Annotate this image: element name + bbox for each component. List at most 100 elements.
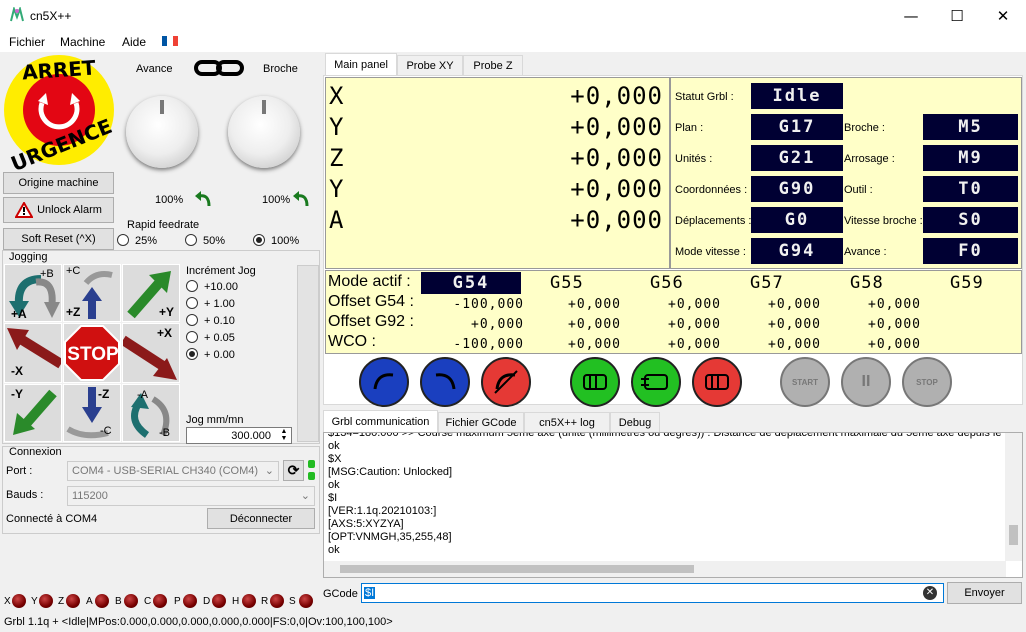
start-label: START [791, 377, 819, 387]
gcode-input[interactable]: $I ✕ [361, 583, 944, 603]
jog-minus-x-button[interactable]: -X [4, 323, 64, 383]
coolant-flood-button[interactable] [570, 357, 620, 407]
grbl-log[interactable]: $134=180.000 >> Course maximum 5ème axe … [323, 432, 1023, 578]
coolant-mist-button[interactable] [631, 357, 681, 407]
dro-value-a[interactable]: +0,000 [570, 206, 663, 234]
jog-plus-z-label: +Z [66, 305, 81, 319]
unlock-alarm-label: Unlock Alarm [37, 204, 102, 216]
soft-reset-button[interactable]: Soft Reset (^X) [3, 228, 114, 250]
coord-g58[interactable]: G58 [850, 273, 884, 293]
menu-machine[interactable]: Machine [60, 35, 105, 49]
gcode-label: GCode : [323, 588, 364, 600]
coord-g57[interactable]: G57 [750, 273, 784, 293]
coord-g54[interactable]: G54 [421, 272, 521, 294]
bauds-select[interactable]: 115200 ⌄ [67, 486, 315, 506]
link-chain-icon[interactable] [194, 58, 244, 78]
minimize-button[interactable]: — [888, 0, 934, 31]
mode-vitesse-label: Mode vitesse : [675, 246, 746, 258]
rapid-25-radio[interactable] [117, 234, 129, 246]
close-button[interactable]: ✕ [980, 0, 1026, 31]
unlock-alarm-button[interactable]: Unlock Alarm [3, 197, 114, 223]
send-button[interactable]: Envoyer [947, 582, 1022, 604]
emergency-stop-button[interactable]: ARRET URGENCE [2, 53, 116, 176]
maximize-button[interactable]: ☐ [934, 0, 980, 31]
tab-probe-xy[interactable]: Probe XY [397, 55, 463, 75]
menu-fichier[interactable]: Fichier [9, 35, 45, 49]
spindle-stop-button[interactable] [481, 357, 531, 407]
increment-0-10-radio[interactable] [186, 314, 198, 326]
tab-cn5x-log[interactable]: cn5X++ log [524, 412, 610, 432]
rapid-25-label: 25% [135, 235, 158, 247]
jog-plus-b-button[interactable]: +B [32, 264, 62, 322]
broche-reset-icon[interactable] [291, 190, 311, 208]
jog-minus-y-button[interactable]: -Y [4, 384, 62, 442]
spindle-cw-button[interactable] [359, 357, 409, 407]
jog-stop-button[interactable]: STOP [63, 323, 121, 383]
dro-value-y[interactable]: +0,000 [570, 113, 663, 141]
avance-reset-icon[interactable] [193, 190, 213, 208]
unites-value: G21 [751, 145, 843, 171]
jog-plus-z-button[interactable]: +C +Z [63, 264, 121, 322]
jog-speed-slider[interactable] [297, 265, 319, 442]
dro-value-x[interactable]: +0,000 [570, 82, 663, 110]
coord-g56[interactable]: G56 [650, 273, 684, 293]
spin-arrows-icon[interactable]: ▲ ▼ [279, 428, 289, 442]
led-label-r: R [261, 596, 269, 607]
connection-status: Connecté à COM4 [6, 513, 98, 525]
vertical-scrollbar[interactable] [1005, 433, 1022, 561]
jog-minus-z-button[interactable]: -Z -C [63, 384, 121, 442]
coolant-off-button[interactable] [692, 357, 742, 407]
led-label-s: S [289, 596, 296, 607]
wco-panel: Mode actif : G54 G55 G56 G57 G58 G59 Off… [325, 270, 1022, 354]
disconnect-button[interactable]: Déconnecter [207, 508, 315, 529]
tab-fichier-gcode[interactable]: Fichier GCode [438, 412, 524, 432]
jog-plus-a-label: +A [11, 307, 27, 321]
vertical-scroll-thumb[interactable] [1009, 525, 1018, 545]
led-label-b: B [115, 596, 122, 607]
jog-minus-a-button[interactable]: -A -B [122, 384, 180, 442]
coord-g55[interactable]: G55 [550, 273, 584, 293]
language-flag-icon[interactable] [162, 36, 178, 46]
menu-aide[interactable]: Aide [122, 35, 146, 49]
arrosage-value: M9 [923, 145, 1018, 171]
broche-status-value: M5 [923, 114, 1018, 140]
jog-plus-x-button[interactable]: +X [120, 323, 180, 383]
log-line: ok [328, 440, 340, 452]
wco-v1: -100,000 [453, 337, 524, 352]
tab-grbl-communication[interactable]: Grbl communication [323, 410, 438, 432]
dro-value-z[interactable]: +0,000 [570, 144, 663, 172]
jog-plus-y-button[interactable]: +Y [122, 264, 180, 322]
horizontal-scroll-thumb[interactable] [340, 565, 694, 573]
tab-main-panel[interactable]: Main panel [325, 53, 397, 75]
refresh-ports-icon[interactable]: ⟳ [283, 460, 304, 481]
coolant-off-icon [705, 374, 729, 390]
dro-value-4[interactable]: +0,000 [570, 175, 663, 203]
start-button[interactable]: START [780, 357, 830, 407]
main-tabs: Main panel Probe XY Probe Z [323, 53, 1023, 75]
deplacements-value: G0 [751, 207, 843, 233]
port-select[interactable]: COM4 - USB-SERIAL CH340 (COM4) ⌄ [67, 461, 279, 481]
origine-machine-button[interactable]: Origine machine [3, 172, 114, 194]
led-label-y: Y [31, 596, 38, 607]
broche-knob[interactable] [228, 96, 300, 168]
tab-probe-z[interactable]: Probe Z [463, 55, 523, 75]
offset-g92-v3: +0,000 [668, 317, 721, 332]
horizontal-scrollbar[interactable] [324, 561, 1006, 577]
increment-0-05-radio[interactable] [186, 331, 198, 343]
offset-g54-v3: +0,000 [668, 297, 721, 312]
increment-1-radio[interactable] [186, 297, 198, 309]
jog-speed-input[interactable]: 300.000 ▲ ▼ [186, 427, 292, 444]
rapid-50-radio[interactable] [185, 234, 197, 246]
pause-button[interactable]: II [841, 357, 891, 407]
avance-knob[interactable] [126, 96, 198, 168]
tab-debug[interactable]: Debug [610, 412, 660, 432]
rapid-100-radio[interactable] [253, 234, 265, 246]
spindle-ccw-button[interactable] [420, 357, 470, 407]
coord-g59[interactable]: G59 [950, 273, 984, 293]
increment-0-00-radio[interactable] [186, 348, 198, 360]
increment-10-radio[interactable] [186, 280, 198, 292]
avance-status-label: Avance : [844, 246, 887, 258]
offset-g54-v4: +0,000 [768, 297, 821, 312]
clear-input-icon[interactable]: ✕ [923, 586, 937, 600]
stop-cycle-button[interactable]: STOP [902, 357, 952, 407]
